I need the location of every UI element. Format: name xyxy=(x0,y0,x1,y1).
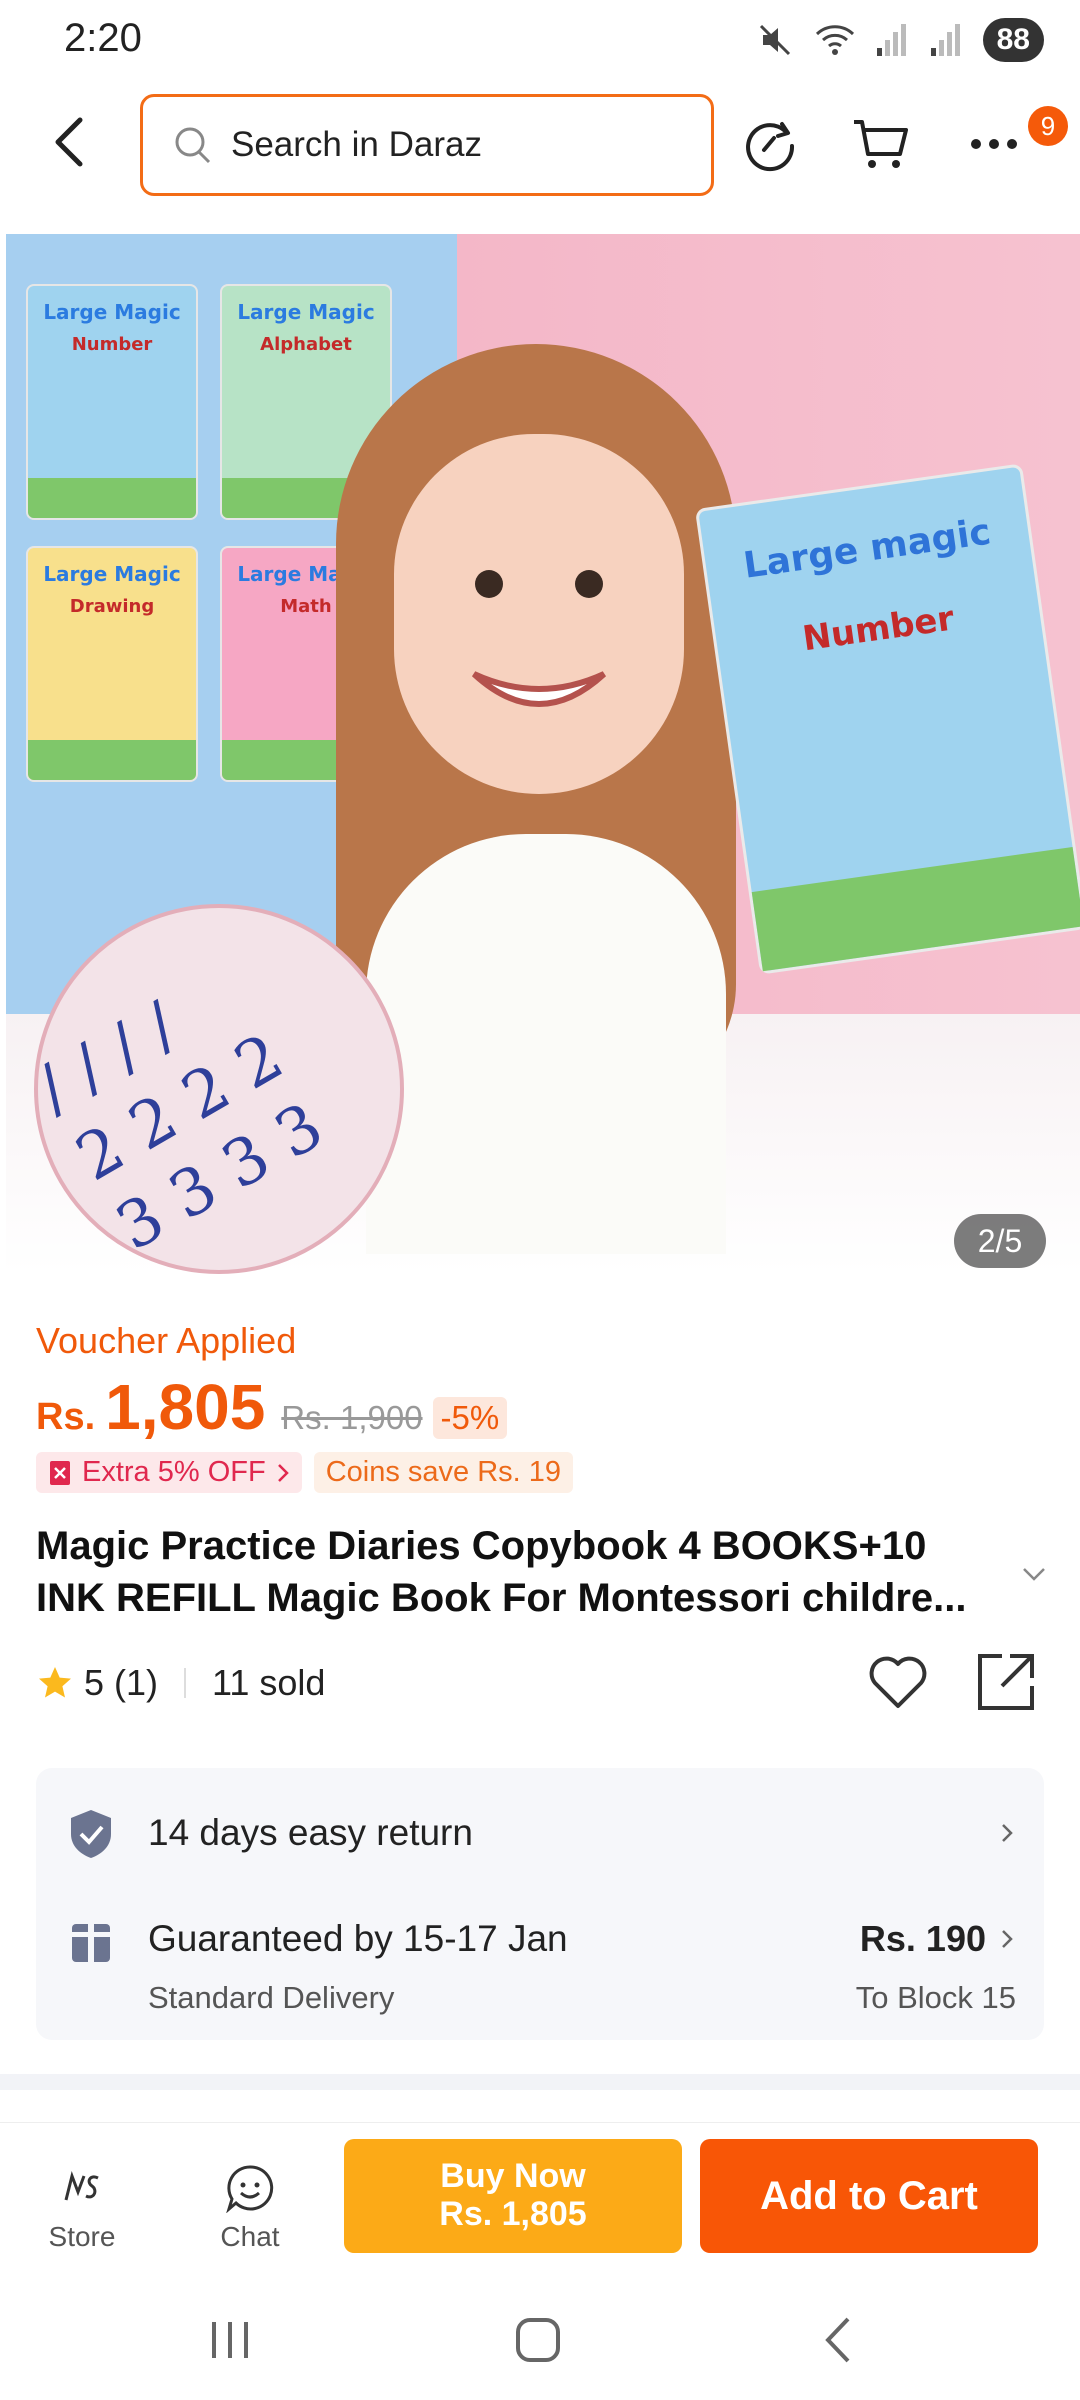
girl-body xyxy=(366,834,726,1254)
chevron-right-icon xyxy=(1002,1824,1013,1842)
girl-face xyxy=(394,434,684,794)
battery-level: 88 xyxy=(982,18,1044,62)
price-row: Rs. 1,805 Rs. 1,900 -5% xyxy=(36,1370,508,1444)
return-text: 14 days easy return xyxy=(148,1812,473,1853)
mute-icon xyxy=(759,24,790,56)
store-label: Store xyxy=(48,2221,116,2252)
chat-label: Chat xyxy=(220,2221,280,2252)
book-thumbnail-drawing: Large Magic Drawing xyxy=(26,546,198,782)
coins-promo: Coins save Rs. 19 xyxy=(313,1452,574,1493)
rating-row[interactable]: 5 (1) 11 sold xyxy=(36,1662,325,1704)
back-arrow-icon xyxy=(55,117,83,167)
chat-button[interactable]: Chat xyxy=(190,2163,310,2253)
product-title[interactable]: Magic Practice Diaries Copybook 4 BOOKS+… xyxy=(36,1520,996,1624)
section-divider xyxy=(0,2074,1080,2090)
header: Search in Daraz 9 xyxy=(0,90,1080,200)
extra-off-label: Extra 5% OFF xyxy=(82,1456,266,1488)
book-subject: Drawing xyxy=(69,596,155,617)
star-icon xyxy=(39,1667,71,1698)
delivery-date: Guaranteed by 15-17 Jan xyxy=(148,1918,568,1959)
delivery-type: Standard Delivery xyxy=(148,1980,395,2015)
extra-off-promo[interactable]: Extra 5% OFF xyxy=(36,1452,302,1493)
cart-button[interactable] xyxy=(848,112,912,176)
image-counter: 2/5 xyxy=(954,1214,1046,1268)
cart-icon xyxy=(854,120,908,168)
search-icon xyxy=(175,127,211,164)
book-grass xyxy=(751,846,1080,972)
divider xyxy=(184,1668,187,1698)
price-value: 1,805 xyxy=(105,1371,266,1443)
price-currency: Rs. xyxy=(36,1396,96,1438)
add-to-cart-button[interactable]: Add to Cart xyxy=(700,2139,1038,2253)
search-input[interactable]: Search in Daraz xyxy=(140,94,714,196)
book-title: Large Magic xyxy=(43,562,181,586)
chevron-down-icon[interactable] xyxy=(1020,1560,1048,1588)
return-policy-row[interactable]: 14 days easy return xyxy=(36,1768,1044,1896)
rating-count: (1) xyxy=(114,1662,159,1703)
delivery-info-card: 14 days easy return Guaranteed by 15-17 … xyxy=(36,1768,1044,2040)
delivery-row[interactable]: Guaranteed by 15-17 Jan Standard Deliver… xyxy=(36,1896,1044,2040)
handwriting-inset: / / / /2 2 2 23 3 3 3 xyxy=(34,904,404,1274)
home-icon xyxy=(516,2318,560,2362)
wifi-icon xyxy=(815,25,854,55)
wishlist-heart-icon[interactable] xyxy=(866,1650,930,1714)
delivery-fee: Rs. 190 xyxy=(859,1918,986,1959)
held-book: Large magic Number xyxy=(694,463,1080,975)
held-book-title: Large magic xyxy=(741,511,994,587)
chevron-right-icon xyxy=(1002,1930,1013,1948)
voucher-icon xyxy=(50,1460,70,1485)
sold-count: 11 sold xyxy=(212,1662,326,1703)
rating-value: 5 xyxy=(84,1662,105,1703)
system-navigation-bar xyxy=(0,2282,1080,2400)
bottom-action-bar: Store Chat Buy Now Rs. 1,805 Add to Cart xyxy=(0,2122,1080,2282)
original-price: Rs. 1,900 xyxy=(281,1399,423,1436)
store-button[interactable]: Store xyxy=(22,2163,142,2253)
face-features-icon xyxy=(471,570,607,707)
signal-icon xyxy=(876,24,906,56)
status-time: 2:20 xyxy=(64,16,142,60)
status-bar: 2:20 88 xyxy=(0,0,1080,80)
buy-now-price: Rs. 1,805 xyxy=(439,2195,587,2233)
search-placeholder: Search in Daraz xyxy=(231,125,482,164)
more-dots-icon xyxy=(971,139,1017,149)
book-grass xyxy=(28,740,196,780)
product-image-gallery[interactable]: Large Magic Number Large Magic Alphabet … xyxy=(6,234,1080,1274)
recent-apps-icon xyxy=(212,2322,248,2358)
book-title: Large Magic xyxy=(43,300,181,324)
notification-badge: 9 xyxy=(1028,106,1068,146)
share-icon[interactable] xyxy=(974,1650,1038,1714)
more-options-button[interactable] xyxy=(962,112,1026,176)
history-button[interactable] xyxy=(738,112,802,176)
back-button[interactable] xyxy=(40,112,100,172)
voucher-label: Voucher Applied xyxy=(36,1320,297,1361)
buy-now-label: Buy Now xyxy=(440,2157,586,2195)
book-thumbnail-number: Large Magic Number xyxy=(26,284,198,520)
book-grass xyxy=(28,478,196,518)
held-book-subject: Number xyxy=(800,598,957,660)
chat-icon xyxy=(226,2165,274,2213)
delivery-location: To Block 15 xyxy=(855,1980,1016,2015)
status-icons: 88 xyxy=(755,16,1044,64)
refresh-icon xyxy=(746,122,795,172)
discount-badge: -5% xyxy=(432,1397,508,1439)
back-icon xyxy=(825,2317,850,2363)
store-logo-icon xyxy=(64,2170,99,2201)
system-back-button[interactable] xyxy=(808,2310,868,2370)
chevron-right-icon xyxy=(277,1463,289,1482)
book-subject: Alphabet xyxy=(260,334,352,355)
recent-apps-button[interactable] xyxy=(200,2310,260,2370)
package-icon xyxy=(72,1924,110,1962)
promo-row: Extra 5% OFF Coins save Rs. 19 xyxy=(36,1452,574,1493)
book-subject: Number xyxy=(71,334,153,355)
book-title: Large Magic xyxy=(237,300,375,324)
shield-check-icon xyxy=(71,1810,111,1858)
signal-icon-2 xyxy=(930,24,960,56)
home-button[interactable] xyxy=(508,2310,568,2370)
buy-now-button[interactable]: Buy Now Rs. 1,805 xyxy=(344,2139,682,2253)
